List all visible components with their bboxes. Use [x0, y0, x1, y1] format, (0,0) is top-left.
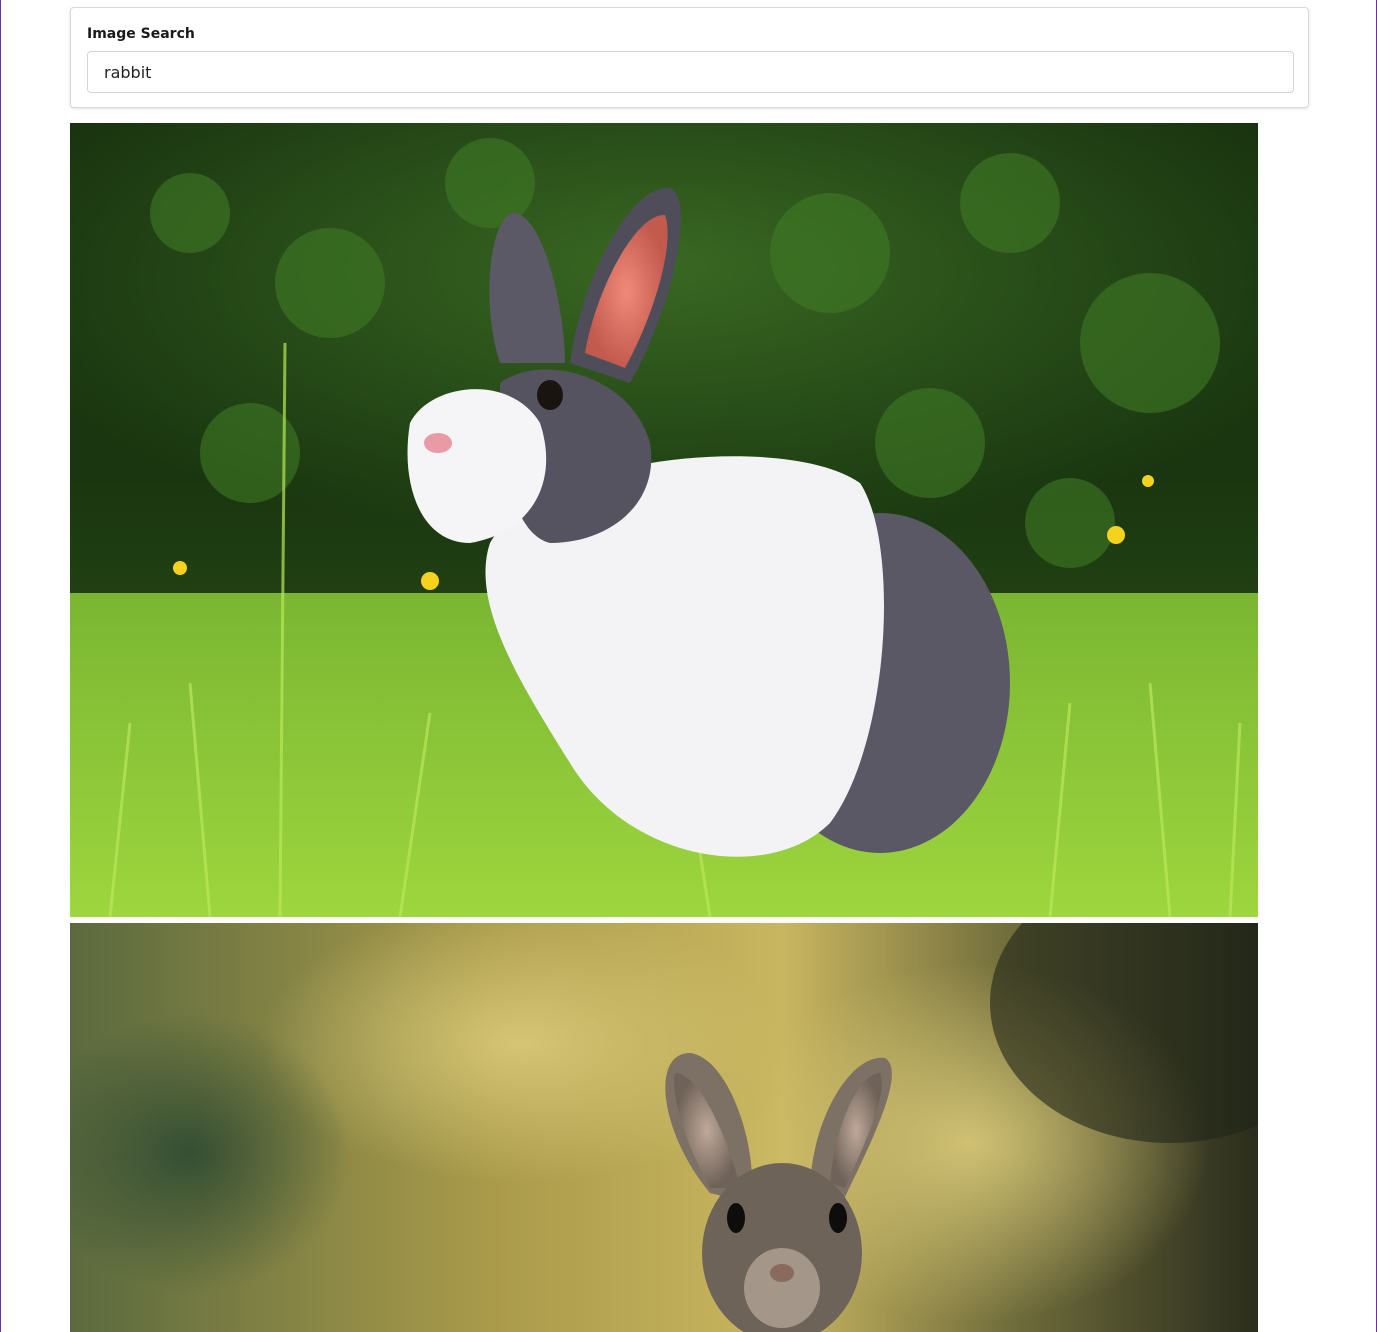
search-label: Image Search — [87, 26, 195, 42]
result-image-rabbit-grass[interactable] — [70, 123, 1258, 917]
search-input[interactable] — [87, 51, 1294, 93]
results-list — [70, 123, 1258, 1332]
search-panel: Image Search — [70, 7, 1309, 108]
result-image-rabbit-bokeh[interactable] — [70, 923, 1258, 1332]
